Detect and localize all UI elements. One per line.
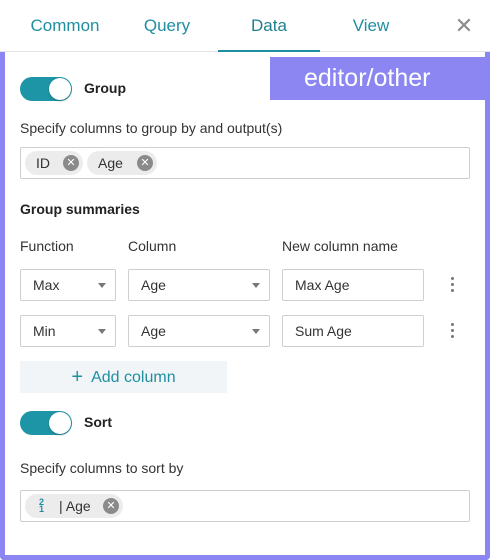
sort-ascending-icon[interactable]: 21	[39, 498, 51, 514]
chip-sort-age: 21 | Age ✕	[25, 494, 123, 518]
toggle-knob	[49, 412, 71, 434]
chip-age: Age ✕	[87, 151, 157, 175]
tab-query[interactable]: Query	[116, 0, 218, 52]
add-column-label: Add column	[91, 369, 176, 386]
row-menu-icon[interactable]	[445, 274, 461, 296]
chip-label: | Age	[59, 498, 91, 514]
new-column-name-input[interactable]: Max Age	[282, 269, 424, 301]
close-icon[interactable]: ✕	[452, 14, 476, 38]
new-column-name-value: Max Age	[295, 277, 350, 293]
remove-chip-icon[interactable]: ✕	[103, 498, 119, 514]
column-select[interactable]: Age	[128, 269, 270, 301]
tab-data[interactable]: Data	[218, 0, 320, 52]
chevron-down-icon	[98, 329, 106, 334]
group-hint: Specify columns to group by and output(s…	[20, 120, 283, 136]
function-select[interactable]: Min	[20, 315, 116, 347]
group-toggle[interactable]	[20, 77, 72, 101]
new-column-name-value: Sum Age	[295, 323, 352, 339]
sort-hint: Specify columns to sort by	[20, 460, 184, 476]
watermark-label: editor/other	[270, 57, 485, 100]
new-column-name-input[interactable]: Sum Age	[282, 315, 424, 347]
chevron-down-icon	[252, 329, 260, 334]
sort-columns-field[interactable]: 21 | Age ✕	[20, 490, 470, 522]
sort-toggle-label: Sort	[84, 414, 112, 430]
function-value: Max	[33, 277, 60, 293]
header-function: Function	[20, 238, 74, 254]
header-new-column-name: New column name	[282, 238, 398, 254]
tab-common[interactable]: Common	[14, 0, 116, 52]
add-column-button[interactable]: + Add column	[20, 361, 227, 393]
chevron-down-icon	[98, 283, 106, 288]
row-menu-icon[interactable]	[445, 320, 461, 342]
group-columns-field[interactable]: ID ✕ Age ✕	[20, 147, 470, 179]
remove-chip-icon[interactable]: ✕	[137, 155, 153, 171]
tab-view[interactable]: View	[320, 0, 422, 52]
group-summaries-title: Group summaries	[20, 201, 140, 217]
toggle-knob	[49, 78, 71, 100]
function-value: Min	[33, 323, 56, 339]
group-toggle-label: Group	[84, 80, 126, 96]
header-column: Column	[128, 238, 177, 254]
remove-chip-icon[interactable]: ✕	[63, 155, 79, 171]
column-select[interactable]: Age	[128, 315, 270, 347]
chip-id: ID ✕	[25, 151, 83, 175]
chip-label: Age	[98, 155, 123, 171]
plus-icon: +	[71, 366, 84, 388]
sort-toggle[interactable]	[20, 411, 72, 435]
chevron-down-icon	[252, 283, 260, 288]
column-value: Age	[141, 323, 166, 339]
chip-label: ID	[36, 155, 50, 171]
function-select[interactable]: Max	[20, 269, 116, 301]
tab-bar: Common Query Data View ✕	[0, 0, 490, 52]
column-value: Age	[141, 277, 166, 293]
